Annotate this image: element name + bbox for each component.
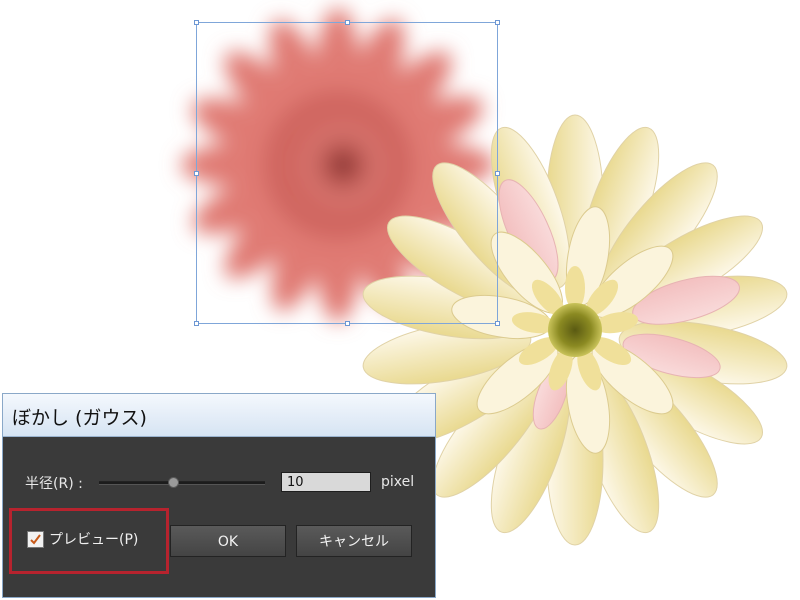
- resize-handle-top-right[interactable]: [495, 20, 500, 25]
- radius-slider-thumb[interactable]: [168, 477, 180, 488]
- radius-value-input[interactable]: [281, 472, 371, 492]
- resize-handle-right[interactable]: [495, 171, 500, 176]
- resize-handle-bottom-right[interactable]: [495, 321, 500, 326]
- gaussian-blur-dialog: ぼかし (ガウス) 半径(R) : pixel プレビュー(P) OK キャンセ…: [2, 393, 436, 598]
- preview-checkbox[interactable]: [27, 531, 44, 548]
- radius-slider-track[interactable]: [99, 481, 265, 485]
- dialog-title: ぼかし (ガウス): [12, 407, 147, 429]
- resize-handle-bottom-left[interactable]: [194, 321, 199, 326]
- resize-handle-left[interactable]: [194, 171, 199, 176]
- preview-label[interactable]: プレビュー(P): [49, 529, 138, 549]
- resize-handle-top-left[interactable]: [194, 20, 199, 25]
- dialog-titlebar[interactable]: ぼかし (ガウス): [3, 394, 435, 437]
- resize-handle-top[interactable]: [345, 20, 350, 25]
- radius-label: 半径(R) :: [25, 476, 83, 492]
- radius-unit-label: pixel: [381, 474, 415, 490]
- checkmark-icon: [30, 534, 41, 545]
- cancel-button[interactable]: キャンセル: [296, 525, 412, 557]
- selection-bounding-box[interactable]: [194, 20, 500, 326]
- resize-handle-bottom[interactable]: [345, 321, 350, 326]
- ok-button[interactable]: OK: [170, 525, 286, 557]
